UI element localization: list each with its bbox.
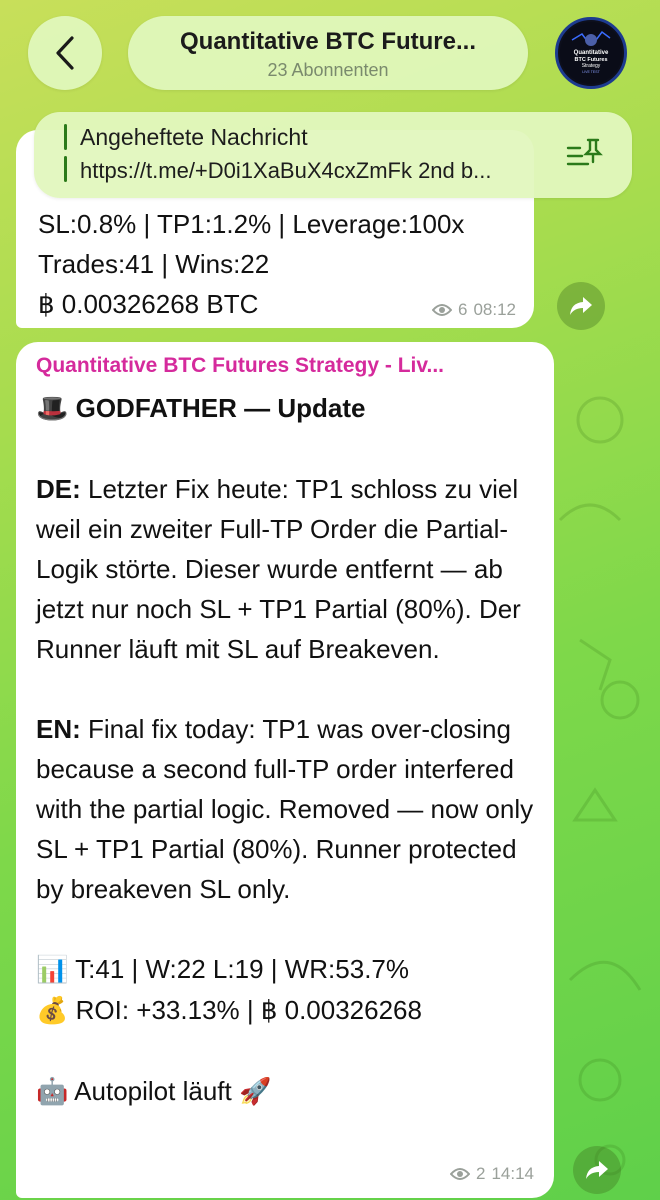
message-bubble[interactable]: Quantitative BTC Futures Strategy - Liv.… [16, 342, 554, 1198]
message-line: ฿ 0.00326268 BTC [38, 289, 259, 319]
pinned-text: https://t.me/+D0i1XaBuX4cxZmFk 2nd b... [80, 158, 492, 183]
message-text: SL:0.8% | TP1:1.2% | Leverage:100x Trade… [38, 204, 464, 324]
message-text: 🎩 GODFATHER — Update DE: Letzter Fix heu… [36, 388, 546, 1112]
rocket-icon: 🚀 [238, 1077, 272, 1107]
top-hat-icon: 🎩 [36, 394, 69, 424]
de-text: Letzter Fix heute: TP1 schloss zu viel w… [36, 474, 521, 664]
channel-avatar[interactable]: Quantitative BTC Futures Strategy LIVE T… [555, 17, 627, 89]
message-meta: 6 08:12 [431, 300, 516, 320]
status-line: 🤖 Autopilot läuft 🚀 [36, 1071, 546, 1112]
subscriber-count: 23 Abonnenten [267, 60, 389, 80]
forward-arrow-icon [570, 297, 592, 315]
roi-text: ROI: +33.13% | ฿ 0.00326268 [75, 995, 422, 1025]
message-time: 14:14 [491, 1164, 534, 1183]
de-label: DE: [36, 474, 81, 504]
pin-list-icon[interactable] [566, 136, 606, 172]
svg-text:LIVE TEST: LIVE TEST [582, 70, 600, 74]
forward-arrow-icon [586, 1161, 608, 1179]
pinned-indicator [64, 124, 67, 184]
robot-icon: 🤖 [36, 1077, 69, 1107]
view-count: 6 [457, 300, 468, 319]
message-title: GODFATHER — Update [75, 393, 366, 423]
svg-text:Quantitative: Quantitative [574, 50, 609, 56]
en-label: EN: [36, 714, 81, 744]
stats-text: T:41 | W:22 L:19 | WR:53.7% [75, 954, 409, 984]
avatar-logo: Quantitative BTC Futures Strategy LIVE T… [560, 22, 622, 84]
forward-button[interactable] [557, 282, 605, 330]
message-line: SL:0.8% | TP1:1.2% | Leverage:100x [38, 209, 465, 239]
back-button[interactable] [28, 16, 102, 90]
roi-line: 💰 ROI: +33.13% | ฿ 0.00326268 [36, 990, 546, 1031]
bar-chart-icon: 📊 [36, 955, 69, 985]
message-line: Trades:41 | Wins:22 [38, 249, 270, 279]
en-text: Final fix today: TP1 was over-closing be… [36, 714, 534, 904]
message-title-line: 🎩 GODFATHER — Update [36, 388, 546, 429]
german-paragraph: DE: Letzter Fix heute: TP1 schloss zu vi… [36, 469, 546, 669]
eye-icon [431, 304, 452, 316]
pinned-message-bar[interactable]: Angeheftete Nachricht https://t.me/+D0i1… [34, 112, 632, 198]
sender-name[interactable]: Quantitative BTC Futures Strategy - Liv.… [36, 354, 444, 378]
view-count: 2 [475, 1164, 486, 1183]
chat-title-pill[interactable]: Quantitative BTC Future... 23 Abonnenten [128, 16, 528, 90]
pinned-label: Angeheftete Nachricht [80, 124, 308, 150]
money-bag-icon: 💰 [36, 996, 69, 1026]
chevron-left-icon [56, 36, 74, 70]
svg-text:Strategy: Strategy [582, 63, 601, 69]
stats-line: 📊 T:41 | W:22 L:19 | WR:53.7% [36, 949, 546, 990]
message-meta: 2 14:14 [449, 1164, 534, 1184]
forward-button[interactable] [573, 1146, 621, 1194]
eye-icon [449, 1168, 470, 1180]
chat-title: Quantitative BTC Future... [179, 28, 476, 55]
message-time: 08:12 [473, 300, 516, 319]
status-text: Autopilot läuft [74, 1076, 232, 1106]
english-paragraph: EN: Final fix today: TP1 was over-closin… [36, 709, 546, 909]
